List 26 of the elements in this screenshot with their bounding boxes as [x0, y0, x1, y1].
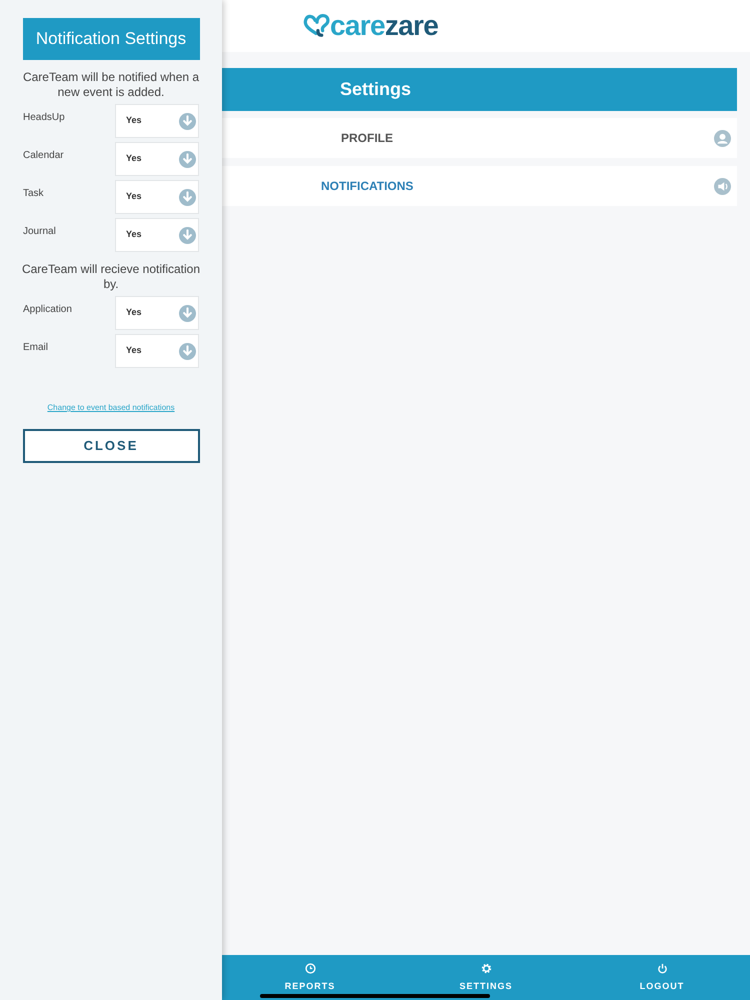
description-text: CareTeam will be notified when a new event is added.: [22, 70, 200, 100]
clock-icon: [304, 963, 316, 974]
dropdown-field[interactable]: Yes: [115, 180, 199, 214]
dropdown-field[interactable]: Yes: [115, 296, 199, 330]
option-label: Journal: [23, 225, 56, 239]
description-text: CareTeam will recieve notification by.: [20, 262, 202, 292]
panel-title: Notification Settings: [22, 18, 200, 60]
option-label: Email: [23, 341, 48, 355]
dropdown-field[interactable]: Yes: [115, 334, 199, 368]
close-button[interactable]: CLOSE: [22, 429, 200, 463]
option-label: Task: [23, 187, 44, 201]
settings-menu-item[interactable]: PROFILE: [222, 118, 737, 158]
speaker-icon: [714, 178, 731, 194]
dropdown-field[interactable]: Yes: [115, 142, 199, 176]
person-icon: [714, 130, 731, 146]
dropdown-field[interactable]: Yes: [115, 218, 199, 252]
option-label: Application: [23, 303, 72, 317]
power-icon: [656, 963, 668, 974]
settings-menu-item[interactable]: NOTIFICATIONS: [222, 166, 737, 206]
option-label: Calendar: [23, 149, 64, 163]
option-label: HeadsUp: [23, 111, 65, 125]
settings-header: Settings: [222, 68, 737, 111]
logo-text: carezare: [302, 5, 438, 47]
heart-logo-icon: [302, 13, 332, 39]
gear-icon: [480, 963, 492, 974]
dropdown-field[interactable]: Yes: [115, 104, 199, 138]
